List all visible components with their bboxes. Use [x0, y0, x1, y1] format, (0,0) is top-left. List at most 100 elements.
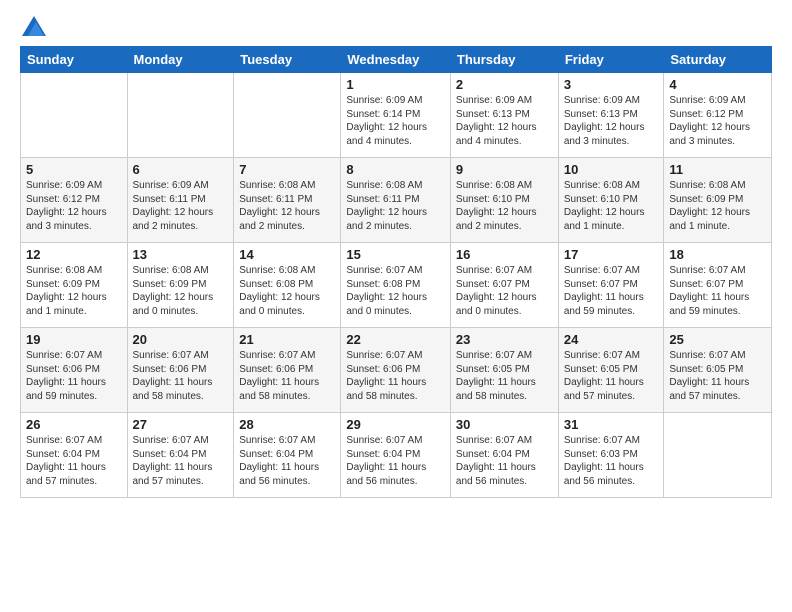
calendar-cell: 24Sunrise: 6:07 AM Sunset: 6:05 PM Dayli…	[558, 328, 664, 413]
day-info: Sunrise: 6:08 AM Sunset: 6:10 PM Dayligh…	[456, 179, 553, 233]
day-number: 15	[346, 247, 445, 262]
calendar-week-row: 1Sunrise: 6:09 AM Sunset: 6:14 PM Daylig…	[21, 73, 772, 158]
calendar-cell: 19 Sunrise: 6:07 AM Sunset: 6:06 PM Dayli…	[21, 328, 128, 413]
day-info: Sunrise: 6:08 AM Sunset: 6:11 PM Dayligh…	[346, 179, 445, 233]
calendar-day-header: Monday	[127, 47, 234, 73]
day-number: 6	[133, 162, 229, 177]
day-info: Sunrise: 6:07 AM Sunset: 6:04 PM Dayligh…	[26, 434, 122, 488]
day-number: 4	[669, 77, 766, 92]
day-number: 19	[26, 332, 122, 347]
calendar-cell: 18 Sunrise: 6:07 AM Sunset: 6:07 PM Dayli…	[664, 243, 772, 328]
calendar-cell: 20 Sunrise: 6:07 AM Sunset: 6:06 PM Dayli…	[127, 328, 234, 413]
day-info: Sunrise: 6:07 AM Sunset: 6:04 PM Dayligh…	[346, 434, 445, 488]
calendar-cell	[664, 413, 772, 498]
day-info: Sunrise: 6:08 AM Sunset: 6:09 PM Dayligh…	[133, 264, 229, 318]
calendar-header-row: SundayMondayTuesdayWednesdayThursdayFrid…	[21, 47, 772, 73]
calendar-cell: 31 Sunrise: 6:07 AM Sunset: 6:03 PM Dayli…	[558, 413, 664, 498]
day-number: 24	[564, 332, 659, 347]
day-number: 30	[456, 417, 553, 432]
calendar-cell	[21, 73, 128, 158]
day-number: 5	[26, 162, 122, 177]
day-info: Sunrise: 6:08 AM Sunset: 6:10 PM Dayligh…	[564, 179, 659, 233]
day-info: Sunrise: 6:08 AM Sunset: 6:08 PM Dayligh…	[239, 264, 335, 318]
day-number: 7	[239, 162, 335, 177]
day-info: Sunrise: 6:09 AM Sunset: 6:11 PM Dayligh…	[133, 179, 229, 233]
calendar-cell: 30 Sunrise: 6:07 AM Sunset: 6:04 PM Dayli…	[450, 413, 558, 498]
calendar-week-row: 5 Sunrise: 6:09 AM Sunset: 6:12 PM Daylig…	[21, 158, 772, 243]
calendar-week-row: 19 Sunrise: 6:07 AM Sunset: 6:06 PM Dayli…	[21, 328, 772, 413]
calendar-day-header: Tuesday	[234, 47, 341, 73]
calendar-cell: 28 Sunrise: 6:07 AM Sunset: 6:04 PM Dayli…	[234, 413, 341, 498]
calendar-cell: 25 Sunrise: 6:07 AM Sunset: 6:05 PM Dayli…	[664, 328, 772, 413]
day-number: 29	[346, 417, 445, 432]
day-info: Sunrise: 6:09 AM Sunset: 6:13 PM Dayligh…	[564, 94, 659, 148]
day-info: Sunrise: 6:07 AM Sunset: 6:07 PM Dayligh…	[564, 264, 659, 318]
day-info: Sunrise: 6:07 AM Sunset: 6:04 PM Dayligh…	[133, 434, 229, 488]
day-number: 1	[346, 77, 445, 92]
page: SundayMondayTuesdayWednesdayThursdayFrid…	[0, 0, 792, 510]
day-number: 8	[346, 162, 445, 177]
day-info: Sunrise: 6:07 AM Sunset: 6:07 PM Dayligh…	[669, 264, 766, 318]
calendar-cell: 29 Sunrise: 6:07 AM Sunset: 6:04 PM Dayli…	[341, 413, 451, 498]
day-info: Sunrise: 6:07 AM Sunset: 6:04 PM Dayligh…	[456, 434, 553, 488]
day-number: 14	[239, 247, 335, 262]
day-info: Sunrise: 6:07 AM Sunset: 6:06 PM Dayligh…	[26, 349, 122, 403]
day-info: Sunrise: 6:07 AM Sunset: 6:05 PM Dayligh…	[669, 349, 766, 403]
calendar-cell: 4 Sunrise: 6:09 AM Sunset: 6:12 PM Daylig…	[664, 73, 772, 158]
calendar-cell	[127, 73, 234, 158]
calendar-cell: 2 Sunrise: 6:09 AM Sunset: 6:13 PM Daylig…	[450, 73, 558, 158]
calendar-cell: 27 Sunrise: 6:07 AM Sunset: 6:04 PM Dayli…	[127, 413, 234, 498]
logo	[20, 16, 46, 32]
day-number: 20	[133, 332, 229, 347]
day-info: Sunrise: 6:07 AM Sunset: 6:05 PM Dayligh…	[456, 349, 553, 403]
calendar-cell: 14 Sunrise: 6:08 AM Sunset: 6:08 PM Dayli…	[234, 243, 341, 328]
calendar-day-header: Saturday	[664, 47, 772, 73]
calendar-cell: 8 Sunrise: 6:08 AM Sunset: 6:11 PM Daylig…	[341, 158, 451, 243]
day-number: 13	[133, 247, 229, 262]
day-info: Sunrise: 6:07 AM Sunset: 6:07 PM Dayligh…	[456, 264, 553, 318]
calendar-cell: 9Sunrise: 6:08 AM Sunset: 6:10 PM Daylig…	[450, 158, 558, 243]
calendar-cell: 7 Sunrise: 6:08 AM Sunset: 6:11 PM Daylig…	[234, 158, 341, 243]
day-number: 16	[456, 247, 553, 262]
calendar-cell: 12 Sunrise: 6:08 AM Sunset: 6:09 PM Dayli…	[21, 243, 128, 328]
calendar-cell: 11 Sunrise: 6:08 AM Sunset: 6:09 PM Dayli…	[664, 158, 772, 243]
calendar-cell: 10 Sunrise: 6:08 AM Sunset: 6:10 PM Dayli…	[558, 158, 664, 243]
day-info: Sunrise: 6:07 AM Sunset: 6:06 PM Dayligh…	[239, 349, 335, 403]
day-info: Sunrise: 6:09 AM Sunset: 6:13 PM Dayligh…	[456, 94, 553, 148]
day-info: Sunrise: 6:08 AM Sunset: 6:09 PM Dayligh…	[669, 179, 766, 233]
calendar-cell: 22Sunrise: 6:07 AM Sunset: 6:06 PM Dayli…	[341, 328, 451, 413]
calendar-day-header: Friday	[558, 47, 664, 73]
calendar-cell: 23 Sunrise: 6:07 AM Sunset: 6:05 PM Dayli…	[450, 328, 558, 413]
day-number: 2	[456, 77, 553, 92]
calendar-cell: 6 Sunrise: 6:09 AM Sunset: 6:11 PM Daylig…	[127, 158, 234, 243]
day-number: 27	[133, 417, 229, 432]
day-number: 26	[26, 417, 122, 432]
day-number: 25	[669, 332, 766, 347]
calendar-day-header: Sunday	[21, 47, 128, 73]
calendar-day-header: Wednesday	[341, 47, 451, 73]
day-info: Sunrise: 6:09 AM Sunset: 6:12 PM Dayligh…	[669, 94, 766, 148]
calendar-cell: 26 Sunrise: 6:07 AM Sunset: 6:04 PM Dayli…	[21, 413, 128, 498]
logo-icon	[22, 16, 46, 36]
day-number: 31	[564, 417, 659, 432]
calendar-cell: 15Sunrise: 6:07 AM Sunset: 6:08 PM Dayli…	[341, 243, 451, 328]
day-number: 23	[456, 332, 553, 347]
day-number: 12	[26, 247, 122, 262]
day-number: 21	[239, 332, 335, 347]
day-number: 11	[669, 162, 766, 177]
day-info: Sunrise: 6:07 AM Sunset: 6:06 PM Dayligh…	[133, 349, 229, 403]
day-info: Sunrise: 6:07 AM Sunset: 6:04 PM Dayligh…	[239, 434, 335, 488]
day-number: 18	[669, 247, 766, 262]
calendar-cell: 17Sunrise: 6:07 AM Sunset: 6:07 PM Dayli…	[558, 243, 664, 328]
calendar-week-row: 12 Sunrise: 6:08 AM Sunset: 6:09 PM Dayli…	[21, 243, 772, 328]
day-info: Sunrise: 6:08 AM Sunset: 6:11 PM Dayligh…	[239, 179, 335, 233]
day-number: 22	[346, 332, 445, 347]
day-number: 10	[564, 162, 659, 177]
day-info: Sunrise: 6:09 AM Sunset: 6:12 PM Dayligh…	[26, 179, 122, 233]
calendar-cell: 3Sunrise: 6:09 AM Sunset: 6:13 PM Daylig…	[558, 73, 664, 158]
day-info: Sunrise: 6:07 AM Sunset: 6:03 PM Dayligh…	[564, 434, 659, 488]
calendar-week-row: 26 Sunrise: 6:07 AM Sunset: 6:04 PM Dayli…	[21, 413, 772, 498]
day-info: Sunrise: 6:08 AM Sunset: 6:09 PM Dayligh…	[26, 264, 122, 318]
calendar-cell	[234, 73, 341, 158]
day-number: 28	[239, 417, 335, 432]
